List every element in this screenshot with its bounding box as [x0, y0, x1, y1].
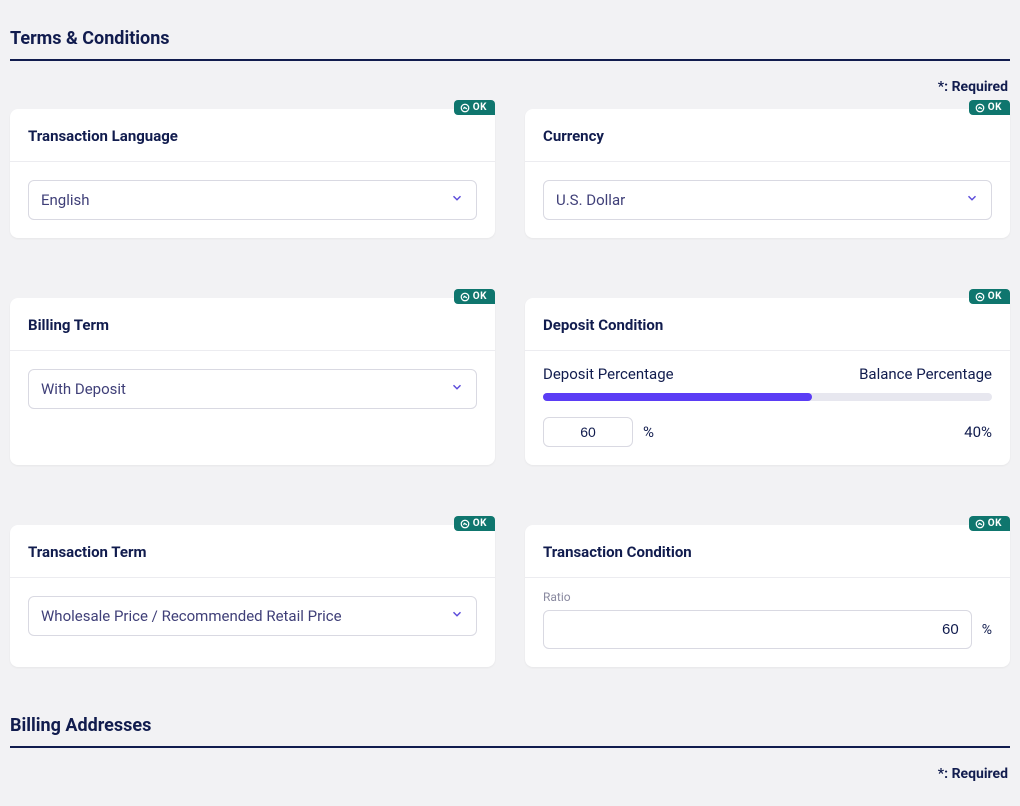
- ok-badge-text: OK: [473, 291, 487, 302]
- select-value: U.S. Dollar: [556, 191, 625, 209]
- ok-badge-text: OK: [988, 102, 1002, 113]
- card-header: Deposit Condition: [525, 298, 1010, 351]
- deposit-percentage-input[interactable]: [543, 417, 633, 447]
- card-transaction-term: OK Transaction Term Wholesale Price / Re…: [10, 525, 495, 667]
- deposit-slider[interactable]: [543, 393, 992, 401]
- select-value: With Deposit: [41, 380, 126, 398]
- ok-badge-text: OK: [473, 102, 487, 113]
- ok-badge: OK: [969, 289, 1010, 304]
- balance-percentage-label: Balance Percentage: [859, 365, 992, 383]
- required-note: *: Required: [10, 79, 1008, 95]
- chevron-down-icon: [965, 191, 979, 209]
- select-value: Wholesale Price / Recommended Retail Pri…: [41, 607, 342, 625]
- select-value: English: [41, 191, 90, 209]
- ok-badge-text: OK: [473, 518, 487, 529]
- transaction-language-select[interactable]: English: [28, 180, 477, 220]
- card-deposit-condition: OK Deposit Condition Deposit Percentage …: [525, 298, 1010, 465]
- check-circle-icon: [975, 519, 985, 529]
- ok-badge: OK: [969, 516, 1010, 531]
- chevron-down-icon: [450, 607, 464, 625]
- check-circle-icon: [975, 292, 985, 302]
- check-circle-icon: [460, 292, 470, 302]
- card-billing-term: OK Billing Term With Deposit: [10, 298, 495, 465]
- deposit-percentage-label: Deposit Percentage: [543, 365, 674, 383]
- card-header: Transaction Condition: [525, 525, 1010, 578]
- percent-unit: %: [982, 622, 992, 638]
- required-note: *: Required: [10, 766, 1008, 782]
- balance-percentage-value: 40%: [964, 423, 992, 441]
- ok-badge: OK: [454, 100, 495, 115]
- terms-grid: OK Transaction Language English OK Curre…: [10, 109, 1010, 697]
- card-currency: OK Currency U.S. Dollar: [525, 109, 1010, 238]
- ratio-label: Ratio: [543, 590, 992, 604]
- section-title-billing-addresses: Billing Addresses: [10, 697, 1010, 748]
- section-title-terms: Terms & Conditions: [10, 10, 1010, 61]
- check-circle-icon: [460, 519, 470, 529]
- ok-badge: OK: [454, 289, 495, 304]
- ok-badge-text: OK: [988, 518, 1002, 529]
- billing-term-select[interactable]: With Deposit: [28, 369, 477, 409]
- card-transaction-condition: OK Transaction Condition Ratio %: [525, 525, 1010, 667]
- card-header: Currency: [525, 109, 1010, 162]
- ok-badge: OK: [969, 100, 1010, 115]
- chevron-down-icon: [450, 380, 464, 398]
- transaction-term-select[interactable]: Wholesale Price / Recommended Retail Pri…: [28, 596, 477, 636]
- currency-select[interactable]: U.S. Dollar: [543, 180, 992, 220]
- percent-unit: %: [643, 423, 654, 441]
- card-transaction-language: OK Transaction Language English: [10, 109, 495, 238]
- ok-badge: OK: [454, 516, 495, 531]
- ok-badge-text: OK: [988, 291, 1002, 302]
- card-header: Transaction Language: [10, 109, 495, 162]
- card-header: Billing Term: [10, 298, 495, 351]
- slider-fill: [543, 393, 812, 401]
- card-header: Transaction Term: [10, 525, 495, 578]
- check-circle-icon: [460, 103, 470, 113]
- check-circle-icon: [975, 103, 985, 113]
- chevron-down-icon: [450, 191, 464, 209]
- ratio-input[interactable]: [543, 610, 972, 649]
